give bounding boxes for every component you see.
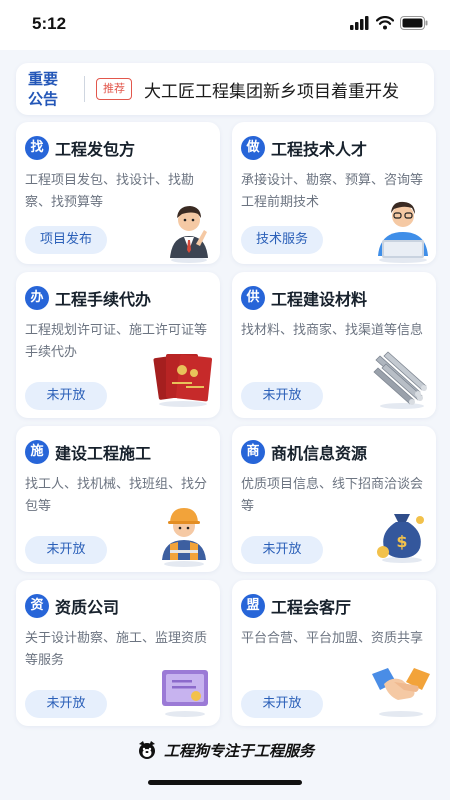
- battery-icon: [400, 16, 428, 30]
- card-title: 建设工程施工: [55, 444, 152, 463]
- publish-project-button[interactable]: 项目发布: [25, 226, 107, 254]
- businessman-illustration: [170, 206, 208, 263]
- engineer-laptop-illustration: [378, 201, 428, 263]
- card-title: 工程手续代办: [55, 290, 152, 309]
- wifi-icon: [376, 16, 394, 30]
- not-open-button[interactable]: 未开放: [25, 536, 107, 564]
- certificate-illustration: [162, 670, 208, 717]
- card-business-opportunities[interactable]: 商 商机信息资源 优质项目信息、线下招商洽谈会等 未开放 $: [232, 426, 436, 572]
- not-open-button[interactable]: 未开放: [241, 382, 323, 410]
- card-engineering-lounge[interactable]: 盟 工程会客厅 平台合营、平台加盟、资质共享 未开放: [232, 580, 436, 726]
- card-permit-agency[interactable]: 办 工程手续代办 工程规划许可证、施工许可证等手续代办 未开放: [16, 272, 220, 418]
- divider: [84, 76, 85, 102]
- certificates-illustration: [153, 354, 213, 407]
- status-bar: 5:12: [0, 0, 450, 50]
- announcement-label: 重要 公告: [28, 70, 59, 108]
- tech-service-button[interactable]: 技术服务: [241, 226, 323, 254]
- card-title: 工程发包方: [55, 140, 136, 159]
- construction-worker-illustration: [162, 508, 206, 567]
- card-tech-talent[interactable]: 做 工程技术人才 承接设计、勘察、预算、咨询等工程前期技术 技术服务: [232, 122, 436, 264]
- money-bag-illustration: $: [377, 514, 424, 563]
- announcement-bar[interactable]: 重要 公告 推荐 大工匠工程集团新乡项目着重开发: [16, 63, 434, 115]
- cellular-signal-icon: [350, 16, 369, 30]
- announcement-text[interactable]: 大工匠工程集团新乡项目着重开发: [144, 77, 399, 102]
- card-description: 找材料、找商家、找渠道等信息: [241, 323, 424, 338]
- card-title: 工程技术人才: [271, 140, 368, 159]
- card-title: 商机信息资源: [271, 444, 368, 463]
- status-icons: [350, 16, 428, 30]
- svg-text:$: $: [396, 532, 407, 551]
- footer-slogan: 工程狗专注于工程服务: [0, 735, 450, 765]
- not-open-button[interactable]: 未开放: [25, 382, 107, 410]
- card-description: 平台合营、平台加盟、资质共享: [241, 631, 424, 646]
- recommend-tag: 推荐: [96, 78, 132, 100]
- badge-icon: 供: [241, 286, 265, 310]
- steel-pipes-illustration: [373, 351, 427, 409]
- card-construction[interactable]: 施 建设工程施工 找工人、找机械、找班组、找分包等 未开放: [16, 426, 220, 572]
- card-title: 工程会客厅: [271, 598, 352, 617]
- handshake-illustration: [372, 668, 430, 717]
- badge-icon: 找: [25, 136, 49, 160]
- footer-text: 工程狗专注于工程服务: [163, 741, 314, 760]
- badge-icon: 施: [25, 440, 49, 464]
- dog-logo-icon: [138, 741, 155, 759]
- card-qualification-company[interactable]: 资 资质公司 关于设计勘察、施工、监理资质等服务 未开放: [16, 580, 220, 726]
- card-title: 资质公司: [55, 598, 120, 617]
- status-time: 5:12: [32, 14, 67, 33]
- home-indicator: [148, 780, 302, 785]
- badge-icon: 商: [241, 440, 265, 464]
- not-open-button[interactable]: 未开放: [241, 536, 323, 564]
- not-open-button[interactable]: 未开放: [241, 690, 323, 718]
- card-building-materials[interactable]: 供 工程建设材料 找材料、找商家、找渠道等信息 未开放: [232, 272, 436, 418]
- card-project-owner[interactable]: 找 工程发包方 工程项目发包、找设计、找勘察、找预算等 项目发布: [16, 122, 220, 264]
- badge-icon: 资: [25, 594, 49, 618]
- badge-icon: 盟: [241, 594, 265, 618]
- badge-icon: 做: [241, 136, 265, 160]
- card-title: 工程建设材料: [271, 290, 368, 309]
- badge-icon: 办: [25, 286, 49, 310]
- not-open-button[interactable]: 未开放: [25, 690, 107, 718]
